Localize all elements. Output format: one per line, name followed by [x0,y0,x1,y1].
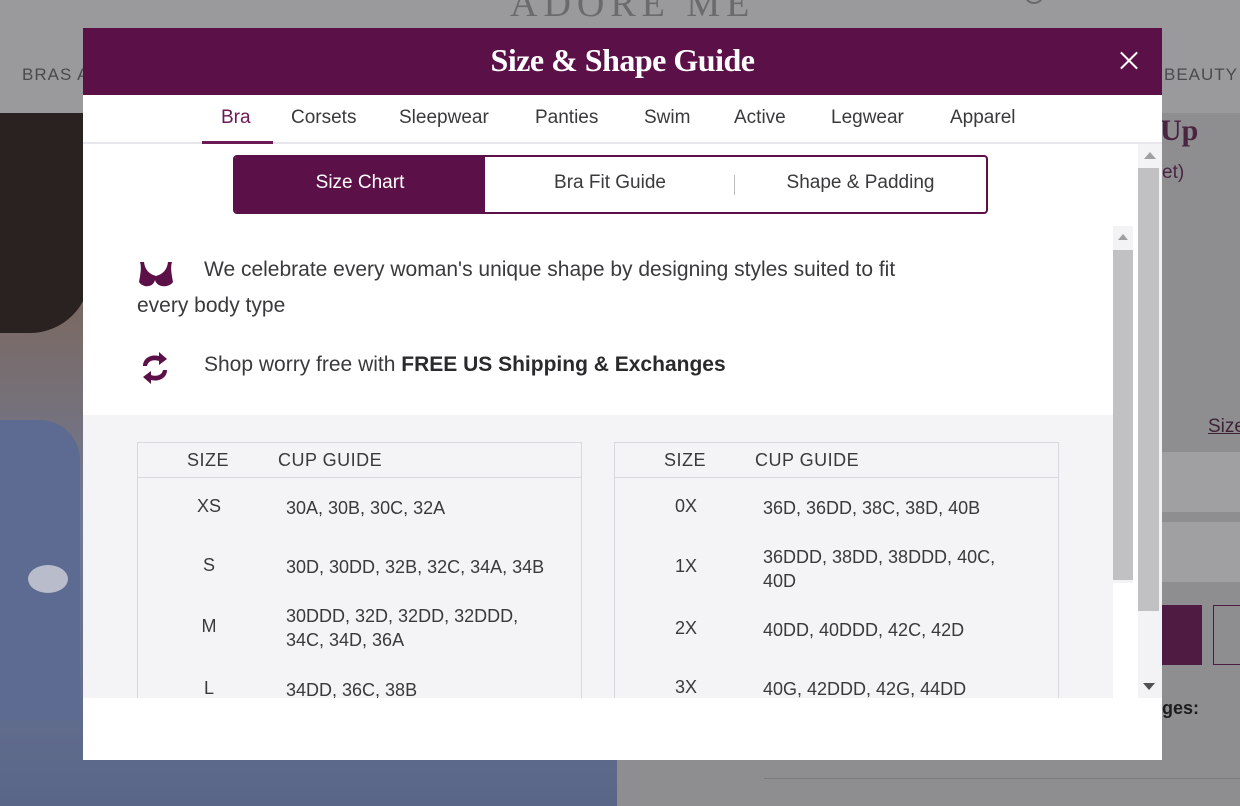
header-cup-guide: CUP GUIDE [755,450,860,470]
tab-panties[interactable]: Panties [535,107,598,129]
outer-scrollbar-thumb[interactable] [1138,168,1159,611]
cup-cell: 40DD, 40DDD, 42C, 42D [763,620,965,640]
cup-select-box [1162,522,1240,582]
tab-swim[interactable]: Swim [644,107,690,129]
site-logo: ADORE ME [510,0,756,25]
active-tab-indicator [202,141,273,144]
divider [764,778,1240,779]
scroll-up-arrow-icon[interactable] [1144,152,1156,159]
size-cell: M [201,616,217,636]
size-select-box [1162,452,1240,512]
exchanges-label: ges: [1162,698,1200,718]
header-size: SIZE [664,450,707,470]
product-photo-hair [0,113,90,333]
shipping-text-prefix: Shop worry free with [204,353,402,376]
cup-cell-line1: 30DDD, 32D, 32DD, 32DDD, [286,606,519,626]
size-cell: S [202,555,215,575]
size-cell: 2X [674,618,698,638]
size-guide-link: Size [1208,416,1240,437]
inner-scroll-up-arrow-icon[interactable] [1118,234,1128,240]
nav-item-beauty: BEAUTY [1164,65,1239,84]
product-photo-bow [28,565,68,593]
tab-corsets[interactable]: Corsets [291,107,356,129]
size-guide-modal: Size & Shape Guide Bra Corsets Sleepwear… [83,28,1162,760]
size-cell: XS [196,496,221,516]
tab-legwear[interactable]: Legwear [831,107,904,129]
tab-sleepwear[interactable]: Sleepwear [399,107,489,129]
table-header: SIZE CUP GUIDE [138,443,581,478]
cup-cell: 30A, 30B, 30C, 32A [286,498,446,518]
tab-apparel[interactable]: Apparel [950,107,1016,129]
size-cell: 1X [674,556,698,576]
nav-item-bras: BRAS A [22,65,90,84]
wishlist-button [1213,605,1240,665]
size-cell: 3X [674,677,698,697]
celebrate-text-line2: every body type [137,294,286,317]
size-table-right: SIZE CUP GUIDE 0X 36D, 36DD, 38C, 38D, 4… [614,442,1059,712]
tab-size-chart[interactable]: Size Chart [235,157,485,212]
product-subtitle-link: et) [1162,162,1185,183]
header-cup-guide: CUP GUIDE [278,450,383,470]
table-header: SIZE CUP GUIDE [615,443,1058,478]
category-tabs: Bra Corsets Sleepwear Panties Swim Activ… [83,95,1162,144]
celebrate-text-line1: We celebrate every woman's unique shape … [204,258,896,281]
close-icon[interactable] [1113,45,1145,77]
cup-cell-line2: 34C, 34D, 36A [286,630,405,650]
shipping-text: Shop worry free with FREE US Shipping & … [204,347,726,383]
add-to-bag-button [1162,605,1202,665]
cup-cell-line1: 36DDD, 38DD, 38DDD, 40C, [763,547,996,567]
inner-scrollbar-thumb[interactable] [1113,250,1133,580]
bra-icon [139,262,173,287]
scroll-down-arrow-icon[interactable] [1143,683,1155,690]
cup-cell: 36D, 36DD, 38C, 38D, 40B [763,498,981,518]
header-size: SIZE [187,450,230,470]
size-cell: 0X [674,496,698,516]
product-title: Up [1160,114,1199,147]
exchange-arrows-icon [143,352,167,384]
cup-cell-line2: 40D [763,571,797,591]
tab-bra-fit-guide[interactable]: Bra Fit Guide [485,157,735,212]
cup-cell: 30D, 30DD, 32B, 32C, 34A, 34B [286,557,545,577]
tab-shape-padding[interactable]: Shape & Padding [735,157,986,212]
modal-footer [83,698,1162,760]
modal-title: Size & Shape Guide [490,42,755,78]
free-shipping-text: FREE US Shipping & Exchanges [401,353,726,376]
tab-bra[interactable]: Bra [221,107,251,129]
tab-active[interactable]: Active [734,107,786,129]
size-table-left: SIZE CUP GUIDE XS 30A, 30B, 30C, 32A S 3… [137,442,582,712]
size-cell: L [203,678,214,698]
modal-header: Size & Shape Guide [83,28,1162,95]
guide-sub-tabs: Size Chart Bra Fit Guide Shape & Padding [233,155,988,214]
